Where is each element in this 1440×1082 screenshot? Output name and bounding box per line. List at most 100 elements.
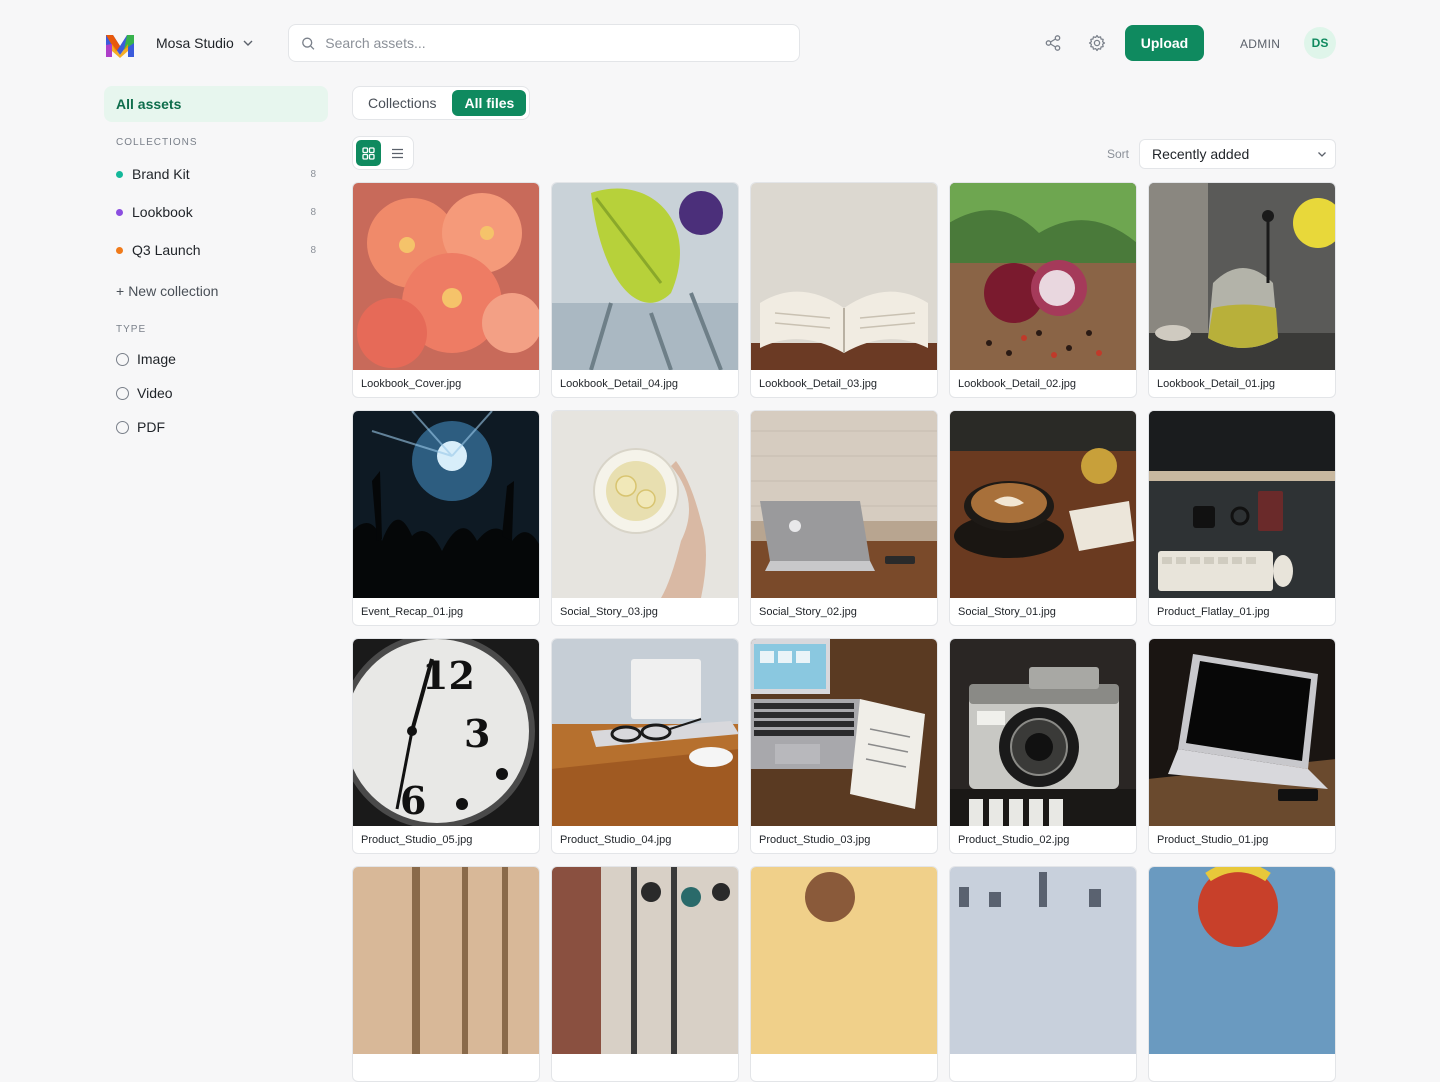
asset-card[interactable]: Product_Studio_01.jpg [1148,638,1336,854]
asset-thumbnail[interactable] [950,639,1136,826]
sort-value: Recently added [1152,146,1250,162]
asset-card[interactable] [551,866,739,1082]
asset-filename: Social_Story_03.jpg [560,606,658,618]
type-filter-video[interactable]: Video [104,376,328,410]
asset-thumbnail[interactable]: 1236 [353,639,539,826]
asset-card[interactable]: Lookbook_Detail_03.jpg [750,182,938,398]
asset-card[interactable] [949,866,1137,1082]
collection-name: Q3 Launch [132,242,201,258]
type-filter-list: Image Video PDF [104,342,328,444]
asset-thumbnail[interactable] [1149,183,1335,370]
asset-card[interactable]: Social_Story_02.jpg [750,410,938,626]
asset-filename [353,1054,539,1081]
sidebar-item-q3-launch[interactable]: Q3 Launch 8 [104,231,328,269]
search-icon [302,36,315,50]
sidebar-item-brand-kit[interactable]: Brand Kit 8 [104,155,328,193]
asset-grid: Lookbook_Cover.jpg Lookbook_Detail_04.jpg… [352,182,1337,1082]
search-box[interactable] [288,24,800,62]
asset-thumbnail[interactable] [751,867,937,1054]
asset-filename: Lookbook_Detail_02.jpg [958,378,1077,390]
plus-icon: + [116,283,125,299]
asset-filename: Social_Story_01.jpg [958,606,1056,618]
asset-card[interactable]: Lookbook_Detail_02.jpg [949,182,1137,398]
asset-filename: Lookbook_Detail_04.jpg [560,378,679,390]
asset-thumbnail[interactable] [353,411,539,598]
upload-button[interactable]: Upload [1125,25,1204,61]
asset-thumbnail[interactable] [1149,867,1335,1054]
asset-thumbnail[interactable] [353,183,539,370]
workspace-name: Mosa Studio [156,35,234,51]
search-input[interactable] [325,35,787,51]
asset-card[interactable]: Social_Story_03.jpg [551,410,739,626]
list-view-button[interactable] [385,140,410,166]
collections-heading: COLLECTIONS [116,137,198,148]
asset-thumbnail[interactable] [751,639,937,826]
grid-view-button[interactable] [356,140,381,166]
asset-thumbnail[interactable] [552,183,738,370]
asset-thumbnail[interactable] [1149,411,1335,598]
asset-thumbnail[interactable] [950,183,1136,370]
asset-thumbnail[interactable] [353,867,539,1054]
radio-button[interactable] [116,420,129,434]
asset-filename [1149,1054,1335,1081]
workspace-switcher[interactable]: Mosa Studio [156,33,254,53]
type-filter-pdf[interactable]: PDF [104,410,328,444]
asset-card[interactable] [1148,866,1336,1082]
collections-list: Brand Kit 8 Lookbook 8 Q3 Launch 8 [104,155,328,269]
asset-thumbnail[interactable] [552,867,738,1054]
top-bar: Mosa Studio Upload ADMIN DS [0,0,1440,86]
share-button[interactable] [1041,31,1065,55]
collection-dot [116,170,123,178]
asset-card[interactable]: Product_Studio_02.jpg [949,638,1137,854]
asset-card[interactable] [352,866,540,1082]
asset-card[interactable]: Lookbook_Detail_04.jpg [551,182,739,398]
type-filter-image[interactable]: Image [104,342,328,376]
sidebar: All assets COLLECTIONS Brand Kit 8 Lookb… [104,86,328,444]
view-mode-toggle [352,136,414,170]
tab-collections[interactable]: Collections [356,90,448,116]
asset-filename: Lookbook_Cover.jpg [361,378,462,390]
settings-button[interactable] [1085,31,1109,55]
sidebar-item-lookbook[interactable]: Lookbook 8 [104,193,328,231]
asset-card[interactable]: Social_Story_01.jpg [949,410,1137,626]
user-role: ADMIN [1240,37,1281,51]
asset-card[interactable]: Product_Flatlay_01.jpg [1148,410,1336,626]
asset-filename [552,1054,738,1081]
asset-card[interactable]: Product_Studio_04.jpg [551,638,739,854]
collection-count: 8 [310,206,316,218]
asset-card[interactable]: 12 3 6 Product_Studio_05.jpg [352,638,540,854]
radio-button[interactable] [116,386,129,400]
collection-dot [116,208,123,216]
collection-dot [116,246,123,254]
asset-filename: Product_Studio_05.jpg [361,834,473,846]
asset-thumbnail[interactable] [950,867,1136,1054]
sort-dropdown[interactable]: Recently added [1139,139,1336,169]
asset-card[interactable]: Lookbook_Cover.jpg [352,182,540,398]
asset-filename: Product_Studio_03.jpg [759,834,871,846]
asset-card[interactable]: Product_Studio_03.jpg [750,638,938,854]
chevron-down-icon [1318,152,1326,157]
sort-label: Sort [1107,147,1130,161]
radio-button[interactable] [116,352,129,366]
asset-card[interactable]: Event_Recap_01.jpg [352,410,540,626]
svg-text:3: 3 [464,711,490,756]
asset-thumbnail[interactable] [552,639,738,826]
asset-card[interactable] [750,866,938,1082]
collection-count: 8 [310,244,316,256]
sidebar-item-all-assets[interactable]: All assets [104,86,328,122]
tab-all-files[interactable]: All files [452,90,527,116]
asset-thumbnail[interactable] [751,411,937,598]
type-label: Image [137,351,176,367]
asset-card[interactable]: Lookbook_Detail_01.jpg [1148,182,1336,398]
collection-count: 8 [310,168,316,180]
asset-thumbnail[interactable] [751,183,937,370]
asset-filename: Product_Studio_01.jpg [1157,834,1269,846]
avatar[interactable]: DS [1304,27,1336,59]
type-heading: TYPE [116,324,147,335]
asset-filename: Lookbook_Detail_01.jpg [1157,378,1276,390]
logo-icon[interactable] [104,31,136,59]
asset-thumbnail[interactable] [950,411,1136,598]
asset-thumbnail[interactable] [1149,639,1335,826]
asset-thumbnail[interactable] [552,411,738,598]
new-collection-button[interactable]: + New collection [104,279,328,303]
